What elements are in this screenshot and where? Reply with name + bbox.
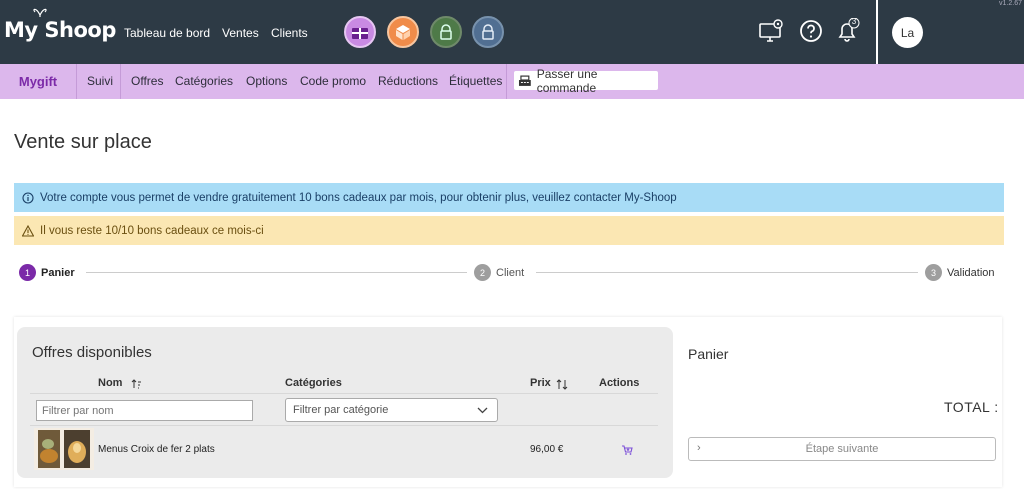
step-1-number: 1 [19,264,36,281]
gift-app-button[interactable] [344,16,376,48]
nav-tableau-de-bord[interactable]: Tableau de bord [124,26,210,40]
subnav-divider [120,64,121,99]
subnav-divider [506,64,507,99]
cart-total-label: TOTAL : [944,399,999,415]
nav-clients[interactable]: Clients [271,26,308,40]
notification-count-badge: 3 [851,17,857,26]
info-icon [22,191,34,204]
passer-commande-button[interactable]: Passer une commande [514,67,658,95]
info-alert-text: Votre compte vous permet de vendre gratu… [40,191,677,204]
subnav-item-categories[interactable]: Catégories [175,74,233,88]
cart-title: Panier [688,346,729,362]
help-icon [800,20,822,42]
subnav-item-etiquettes[interactable]: Étiquettes [449,74,502,88]
column-header-categories[interactable]: Catégories [285,377,342,389]
box-app-icon [396,25,410,40]
filter-category-select[interactable]: Filtrer par catégorie [285,398,498,422]
sort-icon[interactable] [556,379,568,390]
table-divider [30,425,658,426]
top-bar: My Shoop Tableau de bord Ventes Clients [0,0,1024,64]
column-header-prix[interactable]: Prix [530,377,551,389]
passer-commande-label: Passer une commande [536,66,598,95]
header-divider [876,0,878,64]
subnav-item-reductions[interactable]: Réductions [378,74,438,88]
product-thumbnail [34,428,94,470]
version-label: v1.2.67 [999,0,1022,7]
table-divider [30,393,658,394]
offer-name: Menus Croix de fer 2 plats [98,444,215,455]
step-1-label: Panier [41,267,75,279]
sort-asc-icon[interactable] [131,379,142,389]
add-to-cart-button[interactable] [621,443,633,461]
subnav-item-code-promo[interactable]: Code promo [300,74,366,88]
lock-app-icon-2 [482,24,494,40]
subnav-divider [76,64,77,99]
offers-title: Offres disponibles [32,344,152,361]
step-2-number: 2 [474,264,491,281]
warning-alert: Il vous reste 10/10 bons cadeaux ce mois… [14,216,1004,245]
lock-app-button-2[interactable] [472,16,504,48]
monitor-settings-icon [759,19,783,42]
logo-text: My Shoop [4,18,116,42]
box-app-button[interactable] [387,16,419,48]
step-3-number: 3 [925,264,942,281]
subnav-item-options[interactable]: Options [246,74,287,88]
gift-ribbon-icon [33,8,47,17]
cart-plus-icon [622,445,633,455]
filter-category-placeholder: Filtrer par catégorie [293,404,389,416]
subnav-item-suivi[interactable]: Suivi [87,74,113,88]
monitor-settings-button[interactable] [758,18,784,44]
filter-name-input[interactable] [36,400,253,421]
next-step-label: Étape suivante [805,443,879,455]
lock-app-button[interactable] [430,16,462,48]
subnav-item-offres[interactable]: Offres [131,74,163,88]
next-step-button[interactable]: › Étape suivante [688,437,996,461]
food-photo-icon [34,428,94,470]
stepper-connector [536,272,918,273]
chevron-right-icon: › [697,442,701,454]
avatar[interactable]: La [892,17,923,48]
stepper-connector [86,272,467,273]
warning-alert-text: Il vous reste 10/10 bons cadeaux ce mois… [40,224,264,237]
nav-ventes[interactable]: Ventes [222,26,259,40]
warning-icon [22,224,34,237]
step-2-label: Client [496,267,525,279]
logo[interactable]: My Shoop [4,8,116,42]
notifications-button[interactable]: 3 [834,17,860,44]
lock-app-icon [440,24,452,40]
gift-app-icon [352,28,368,39]
info-alert: Votre compte vous permet de vendre gratu… [14,183,1004,212]
page-title: Vente sur place [14,131,152,153]
step-3-label: Validation [947,267,995,279]
brand-mygift[interactable]: Mygift [0,64,76,99]
help-button[interactable] [798,18,824,44]
column-header-nom[interactable]: Nom [98,377,122,389]
chevron-down-icon [477,407,488,414]
cash-register-icon [518,75,531,86]
offer-price: 96,00 € [530,444,564,455]
column-header-actions: Actions [599,377,640,389]
sub-nav: Mygift Suivi Offres Catégories Options C… [0,64,1024,99]
